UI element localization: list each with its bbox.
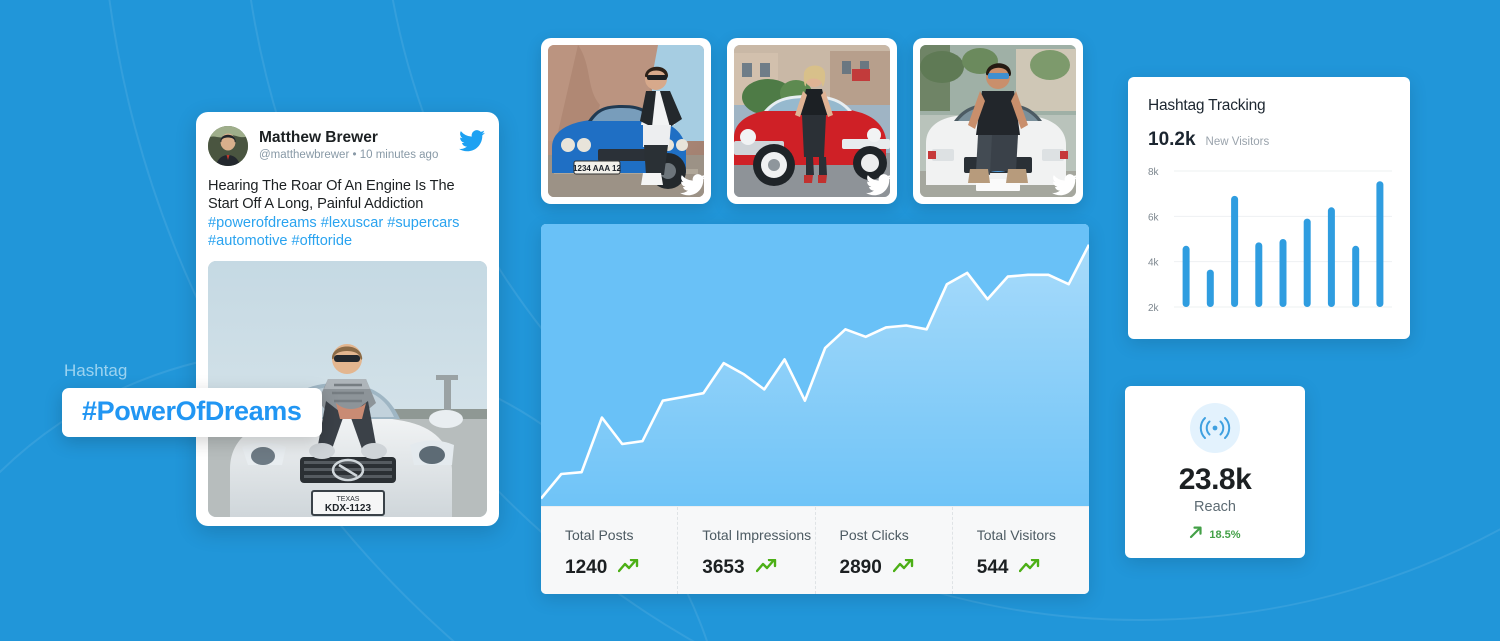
tweet-author-block: Matthew Brewer @matthewbrewer • 10 minut… — [259, 129, 438, 163]
reach-label: Reach — [1194, 499, 1236, 515]
svg-text:KDX-1123: KDX-1123 — [325, 503, 372, 514]
tweet-author-meta: @matthewbrewer • 10 minutes ago — [259, 149, 439, 161]
hashtag-tracking-kpi: 10.2k New Visitors — [1148, 129, 1392, 151]
hashtag-value-pill[interactable]: #PowerOfDreams — [62, 388, 322, 437]
bar[interactable] — [1376, 181, 1384, 307]
bar-chart-y-tick: 4k — [1148, 258, 1160, 269]
bar[interactable] — [1352, 245, 1360, 307]
total-posts-area-chart[interactable]: March 22 Total Posts: 1240 — [541, 224, 1089, 506]
twitter-bird-icon — [459, 130, 485, 157]
broadcast-signal-icon — [1190, 403, 1240, 453]
stat-value: 1240 — [565, 557, 608, 578]
svg-text:1234 AAA 12: 1234 AAA 12 — [573, 164, 621, 173]
tweet-hashtags[interactable]: #powerofdreams #lexuscar #supercars #aut… — [208, 214, 487, 251]
trend-up-icon — [755, 558, 780, 578]
trend-up-icon — [1019, 558, 1043, 578]
bar[interactable] — [1255, 242, 1263, 307]
reach-delta: 18.5% — [1125, 525, 1305, 544]
stat-total-impressions[interactable]: Total Impressions 3653 — [678, 507, 816, 594]
reach-value: 23.8k — [1178, 463, 1252, 496]
chart-stats-row: Total Posts 1240 Total Impressions 3653 … — [541, 506, 1089, 594]
svg-text:TEXAS: TEXAS — [337, 496, 360, 503]
trend-up-icon — [892, 558, 917, 578]
total-posts-chart-card[interactable]: March 22 Total Posts: 1240 Total Posts 1… — [541, 224, 1089, 594]
kpi-value: 10.2k — [1148, 129, 1196, 150]
stat-value: 3653 — [702, 557, 745, 578]
bar-chart-y-tick: 6k — [1148, 212, 1160, 223]
kpi-label: New Visitors — [1205, 136, 1270, 148]
twitter-bird-icon — [680, 174, 706, 201]
stat-post-clicks[interactable]: Post Clicks 2890 — [816, 507, 953, 594]
hashtag-tracking-bar-chart[interactable]: 8k 6k 4k 2k — [1148, 165, 1392, 315]
bar-chart-y-tick: 8k — [1148, 167, 1160, 178]
stat-label: Total Posts — [565, 527, 634, 543]
media-thumbnail[interactable] — [727, 38, 897, 204]
bar[interactable] — [1327, 207, 1335, 307]
twitter-bird-icon — [1052, 174, 1078, 201]
tweet-card[interactable]: Matthew Brewer @matthewbrewer • 10 minut… — [196, 112, 499, 526]
twitter-bird-icon — [866, 174, 892, 201]
trend-up-icon — [618, 558, 642, 578]
stat-value: 544 — [976, 557, 1009, 578]
stat-value-row: 3653 — [702, 557, 814, 579]
tweet-header: Matthew Brewer @matthewbrewer • 10 minut… — [208, 124, 487, 168]
media-thumbnail[interactable]: 1234 AAA 12 — [541, 38, 711, 204]
bar[interactable] — [1279, 239, 1287, 307]
bar[interactable] — [1182, 245, 1190, 307]
stat-value-row: 544 — [977, 557, 1089, 579]
stat-value: 2890 — [839, 557, 882, 578]
bar-chart-y-tick: 2k — [1148, 303, 1160, 314]
reach-delta-value: 18.5% — [1209, 528, 1241, 541]
tweet-author-name: Matthew Brewer — [259, 129, 378, 146]
stat-label: Total Visitors — [976, 527, 1056, 543]
hashtag-tracking-card[interactable]: Hashtag Tracking 10.2k New Visitors 8k 6k… — [1128, 77, 1410, 339]
stat-value-row: 1240 — [565, 557, 677, 579]
hashtag-tracking-title: Hashtag Tracking — [1148, 97, 1266, 114]
stat-label: Total Impressions — [702, 527, 812, 543]
tweet-body-text: Hearing The Roar Of An Engine Is The Sta… — [208, 178, 455, 213]
bar[interactable] — [1206, 269, 1214, 307]
reach-card[interactable]: 23.8k Reach 18.5% — [1125, 386, 1305, 558]
stat-total-visitors[interactable]: Total Visitors 544 — [953, 507, 1089, 594]
stat-value-row: 2890 — [840, 557, 952, 579]
hashtag-section-label: Hashtag — [64, 361, 128, 380]
arrow-up-right-icon — [1189, 525, 1203, 544]
hashtag-value-text: #PowerOfDreams — [82, 396, 302, 426]
avatar[interactable] — [208, 126, 248, 166]
stat-label: Post Clicks — [839, 527, 909, 543]
media-thumbnail[interactable] — [913, 38, 1083, 204]
bar[interactable] — [1231, 195, 1239, 307]
bar[interactable] — [1303, 218, 1311, 307]
stat-total-posts[interactable]: Total Posts 1240 — [541, 507, 679, 594]
